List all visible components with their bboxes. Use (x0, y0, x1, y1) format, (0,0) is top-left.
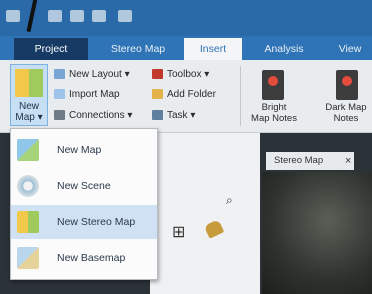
tab-analysis[interactable]: Analysis (254, 40, 314, 58)
new-map-icon (15, 69, 43, 97)
new-layout-label: New Layout ▾ (69, 69, 130, 80)
open-icon[interactable] (48, 10, 62, 22)
folder-icon (152, 89, 163, 100)
layout-icon (54, 69, 65, 80)
connections-icon (54, 110, 65, 121)
dark-map-notes-label[interactable]: Dark Map Notes (316, 102, 372, 124)
toolbox-label: Toolbox ▾ (167, 69, 210, 80)
map-icon (17, 139, 39, 161)
stereo-map-icon (17, 211, 39, 233)
quick-access-toolbar (0, 0, 372, 36)
menu-item-label: New Map (57, 144, 102, 156)
tab-stereo-map[interactable]: Stereo Map (100, 40, 176, 58)
import-map-button[interactable]: Import Map (54, 89, 120, 100)
dark-map-notes-icon[interactable] (336, 70, 358, 100)
add-folder-label: Add Folder (167, 89, 216, 100)
menu-item-new-map[interactable]: New Map (11, 133, 157, 167)
basemap-icon (17, 247, 39, 269)
menu-item-label: New Basemap (57, 252, 126, 264)
connections-label: Connections ▾ (69, 110, 133, 121)
add-folder-button[interactable]: Add Folder (152, 89, 216, 100)
new-map-button[interactable]: New Map ▾ (10, 64, 48, 126)
menu-item-new-stereo-map[interactable]: New Stereo Map (11, 205, 157, 239)
menu-item-label: New Stereo Map (57, 216, 136, 228)
menu-item-new-basemap[interactable]: New Basemap (11, 241, 157, 275)
new-layout-button[interactable]: New Layout ▾ (54, 69, 130, 80)
tab-view[interactable]: View (330, 40, 370, 58)
search-icon[interactable]: ⌕ (226, 193, 233, 208)
menu-item-new-scene[interactable]: New Scene (11, 169, 157, 203)
menu-item-label: New Scene (57, 180, 111, 192)
new-map-label: New Map ▾ (15, 101, 43, 123)
undo-icon[interactable] (70, 10, 84, 22)
task-button[interactable]: Task ▾ (152, 110, 195, 121)
close-icon[interactable]: × (345, 152, 351, 170)
import-map-label: Import Map (69, 89, 120, 100)
tab-insert[interactable]: Insert (184, 38, 242, 60)
view-tab-stereo-map[interactable]: Stereo Map (266, 152, 354, 170)
connections-button[interactable]: Connections ▾ (54, 110, 132, 121)
task-icon (152, 110, 163, 121)
save-icon[interactable] (6, 10, 20, 22)
pen-cursor-icon (26, 0, 38, 33)
toolbox-icon (152, 69, 163, 80)
tab-project[interactable]: Project (14, 38, 88, 60)
bright-map-notes-label[interactable]: Bright Map Notes (244, 102, 304, 124)
new-map-dropdown: New Map New Scene New Stereo Map New Bas… (10, 128, 158, 280)
task-label: Task ▾ (167, 110, 196, 121)
customize-icon[interactable] (118, 10, 132, 22)
redo-icon[interactable] (92, 10, 106, 22)
ribbon-separator (240, 66, 241, 126)
import-icon (54, 89, 65, 100)
ribbon-tabs: Project Stereo Map Insert Analysis View (0, 36, 372, 60)
add-data-tool-icon[interactable]: ⊞ (172, 222, 185, 242)
map-viewport[interactable] (262, 172, 372, 294)
contents-pane (150, 133, 260, 294)
toolbox-button[interactable]: Toolbox ▾ (152, 69, 209, 80)
globe-icon (17, 175, 39, 197)
bright-map-notes-icon[interactable] (262, 70, 284, 100)
